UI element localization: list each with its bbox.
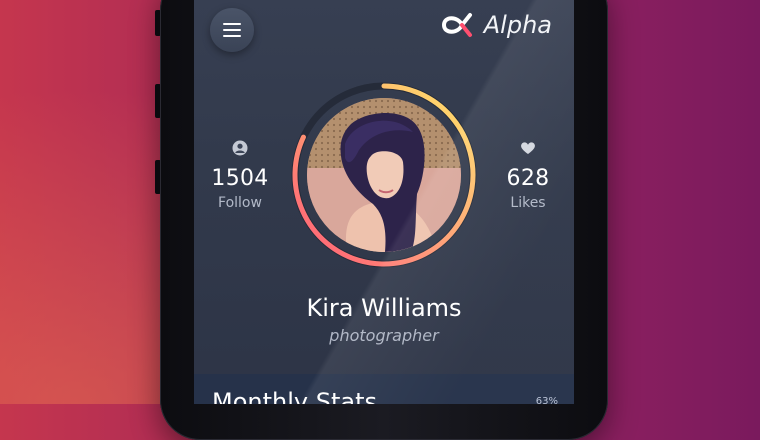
menu-button[interactable] <box>210 8 254 52</box>
avatar[interactable] <box>307 98 461 252</box>
follow-stat[interactable]: 1504 Follow <box>200 140 280 211</box>
avatar-portrait <box>307 98 461 252</box>
user-icon <box>232 140 248 156</box>
brand-name: Alpha <box>483 11 552 39</box>
brand: Alpha <box>438 10 552 40</box>
likes-label: Likes <box>510 195 546 211</box>
panel-title: Monthly Stats <box>212 388 377 404</box>
app-screen: Alpha 1504 Follow 628 Likes Kira William… <box>194 0 574 404</box>
alpha-logo-icon <box>441 13 472 37</box>
likes-stat[interactable]: 628 Likes <box>488 140 568 211</box>
hamburger-icon <box>223 23 241 37</box>
profile-role: photographer <box>329 326 439 345</box>
follow-count: 1504 <box>211 166 269 191</box>
profile-name: Kira Williams <box>306 294 462 322</box>
panel-percent: 63% <box>535 396 558 404</box>
monthly-stats-panel[interactable]: Monthly Stats 63% <box>194 374 574 404</box>
follow-label: Follow <box>218 195 262 211</box>
likes-count: 628 <box>506 166 550 191</box>
heart-icon <box>521 142 535 154</box>
